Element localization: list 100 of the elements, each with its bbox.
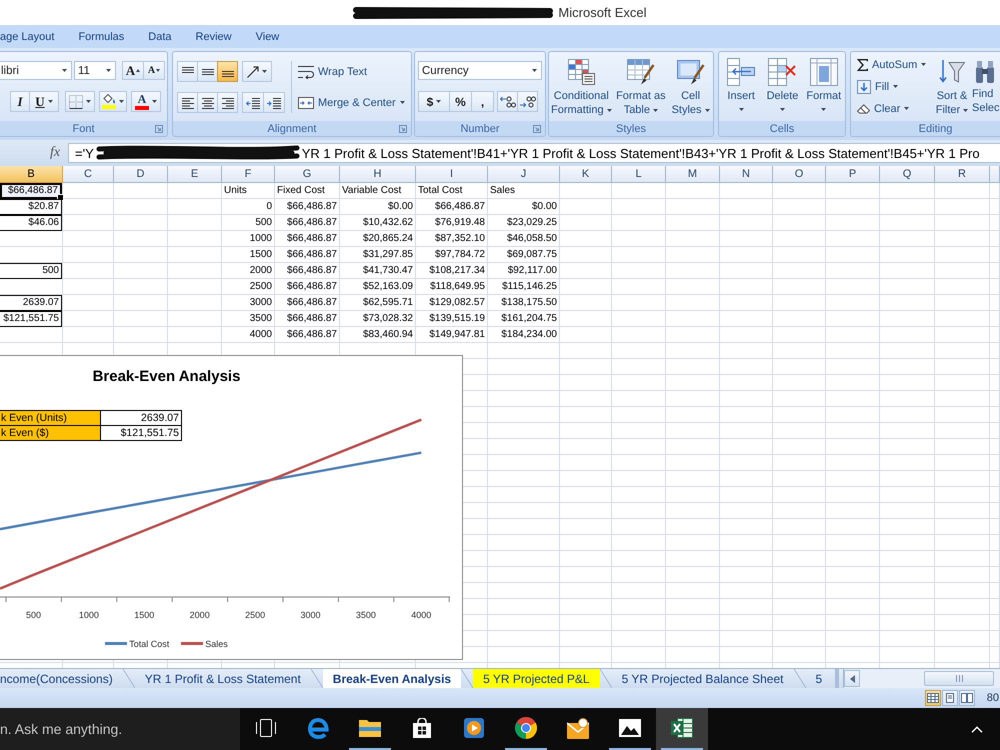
column-header[interactable]: M <box>666 166 720 183</box>
summary-value: 2639.07 <box>101 410 182 426</box>
indent-button[interactable] <box>263 92 285 113</box>
sheet-tab[interactable]: 5 <box>806 669 832 688</box>
sheet-tab[interactable]: Break-Even Analysis <box>322 669 462 688</box>
find-select-button[interactable]: Find Selec <box>972 52 1000 121</box>
table-cell-text: $87,352.10 <box>434 232 486 246</box>
fill-color-button[interactable] <box>99 91 127 112</box>
clear-button[interactable]: Clear <box>857 98 932 119</box>
conditional-formatting-button[interactable]: Conditional Formatting <box>551 57 612 121</box>
caret-icon <box>152 100 157 103</box>
shrink-font-button[interactable]: A <box>143 61 165 80</box>
column-header[interactable]: L <box>612 166 666 183</box>
axis-label: 3000 <box>300 610 321 620</box>
table-cell-text: $66,486.87 <box>286 216 338 230</box>
fill-button[interactable]: Fill <box>857 76 932 97</box>
font-color-button[interactable]: A <box>131 91 161 112</box>
column-header[interactable]: P <box>826 166 880 183</box>
insert-button[interactable]: Insert <box>722 57 760 121</box>
column-header[interactable]: K <box>560 166 612 183</box>
borders-button[interactable] <box>65 91 95 112</box>
caret-icon <box>738 108 744 111</box>
ribbon-tab[interactable]: Review <box>184 26 244 46</box>
grow-font-button[interactable]: A <box>122 61 144 80</box>
column-header[interactable]: G <box>275 166 340 183</box>
ribbon-tab[interactable]: View <box>244 26 292 46</box>
number-format-button[interactable]: $ <box>418 91 450 112</box>
sheet-tab[interactable]: 5 YR Projected P&L <box>473 669 600 688</box>
font-size-field[interactable]: 11 <box>74 61 116 80</box>
column-header[interactable]: I <box>416 166 488 183</box>
cell-styles-button[interactable]: Cell Styles <box>670 57 711 121</box>
column-header[interactable]: R <box>935 166 990 183</box>
table-cell-text: 4000 <box>248 328 273 342</box>
italic-button[interactable]: I <box>10 91 30 112</box>
merge-center-button[interactable]: Merge & Center <box>298 92 405 113</box>
ribbon-tab[interactable]: Formulas <box>66 26 136 46</box>
center-align-button[interactable] <box>197 92 218 113</box>
page-break-view-button[interactable] <box>958 690 975 706</box>
ribbon-tab[interactable]: Data <box>136 26 184 46</box>
caret-icon <box>400 101 405 104</box>
column-header[interactable]: J <box>488 166 560 183</box>
formula-field[interactable]: ='Y YR 1 Profit & Loss Statement'!B41+'YR 1 Profit & Loss Statement'!B43+'YR 1 Profit & Loss Statement'!B45+'YR 1 Pro <box>68 143 1000 163</box>
column-header[interactable]: B <box>0 166 63 183</box>
number-format-button[interactable]: % <box>449 91 472 112</box>
font-name-field[interactable]: libri <box>0 61 72 80</box>
sheet-tab[interactable]: 5 YR Projected Balance Sheet <box>612 669 794 688</box>
table-cell-text: $66,486.87 <box>286 232 338 246</box>
sheet-tab[interactable]: ncome(Concessions) <box>0 669 123 688</box>
table-cell-text: $69,087.75 <box>506 248 558 262</box>
zoom-level[interactable]: 80 <box>986 692 999 704</box>
right-align-button[interactable] <box>217 92 238 113</box>
scrollbar-thumb[interactable] <box>924 671 994 686</box>
column-header[interactable]: C <box>63 166 114 183</box>
grip-icon <box>956 675 963 682</box>
sheet-tab[interactable]: YR 1 Profit & Loss Statement <box>134 669 311 688</box>
middle-align-button[interactable] <box>197 61 218 82</box>
column-header[interactable]: D <box>114 166 168 183</box>
left-align-button[interactable] <box>177 92 198 113</box>
table-cell-text: $83,460.94 <box>362 328 414 342</box>
top-align-button[interactable] <box>177 61 198 82</box>
orientation-button[interactable] <box>242 61 272 82</box>
table-cell-text: $118,649.95 <box>429 280 486 294</box>
wrap-text-button[interactable]: Wrap Text <box>298 61 368 82</box>
format-button[interactable]: Format <box>804 57 843 121</box>
envelope-icon <box>567 718 589 738</box>
page-layout-view-button[interactable] <box>942 690 958 706</box>
column-header[interactable]: H <box>340 166 416 183</box>
number-format-field[interactable]: Currency <box>418 61 542 80</box>
sort-filter-button[interactable]: Sort & Filter <box>932 52 972 121</box>
column-header[interactable]: E <box>168 166 222 183</box>
increase-decimal-button[interactable] <box>497 91 518 112</box>
outdent-button[interactable] <box>242 92 264 113</box>
normal-view-button[interactable] <box>924 690 941 706</box>
decrease-decimal-button[interactable] <box>517 91 538 112</box>
column-header[interactable]: O <box>773 166 826 183</box>
number-format-button[interactable]: , <box>471 91 494 112</box>
horizontal-scrollbar[interactable] <box>843 669 1000 688</box>
sheet-grid-icon <box>810 58 838 86</box>
splitter-handle[interactable] <box>835 669 840 688</box>
format-as-table-button[interactable]: Format as Table <box>614 57 668 121</box>
underline-button[interactable]: U <box>29 91 59 112</box>
grid-icon <box>926 693 939 703</box>
table-cell-text: 500 <box>254 216 273 230</box>
search-field[interactable]: n. Ask me anything. <box>0 708 240 750</box>
chevron-up-icon[interactable] <box>971 726 983 732</box>
bottom-align-button[interactable] <box>217 61 238 82</box>
table-cell-text: $73,028.32 <box>362 312 414 326</box>
delete-button[interactable]: Delete <box>763 57 802 121</box>
column-header[interactable]: Q <box>880 166 935 183</box>
taskbar-button[interactable] <box>656 708 708 750</box>
scroll-left-button[interactable] <box>844 670 860 687</box>
autosum-button[interactable]: AutoSum <box>857 54 932 75</box>
table-cell-text: $62,595.71 <box>362 296 414 310</box>
table-cell-text: $66,486.87 <box>286 312 338 326</box>
ribbon-tab[interactable]: age Layout <box>0 26 66 46</box>
insert-function-button[interactable]: fx <box>44 143 66 163</box>
column-header[interactable]: N <box>720 166 773 183</box>
column-header[interactable]: F <box>222 166 275 183</box>
group-label: Editing <box>918 122 952 134</box>
axis-label: 1000 <box>78 610 99 620</box>
